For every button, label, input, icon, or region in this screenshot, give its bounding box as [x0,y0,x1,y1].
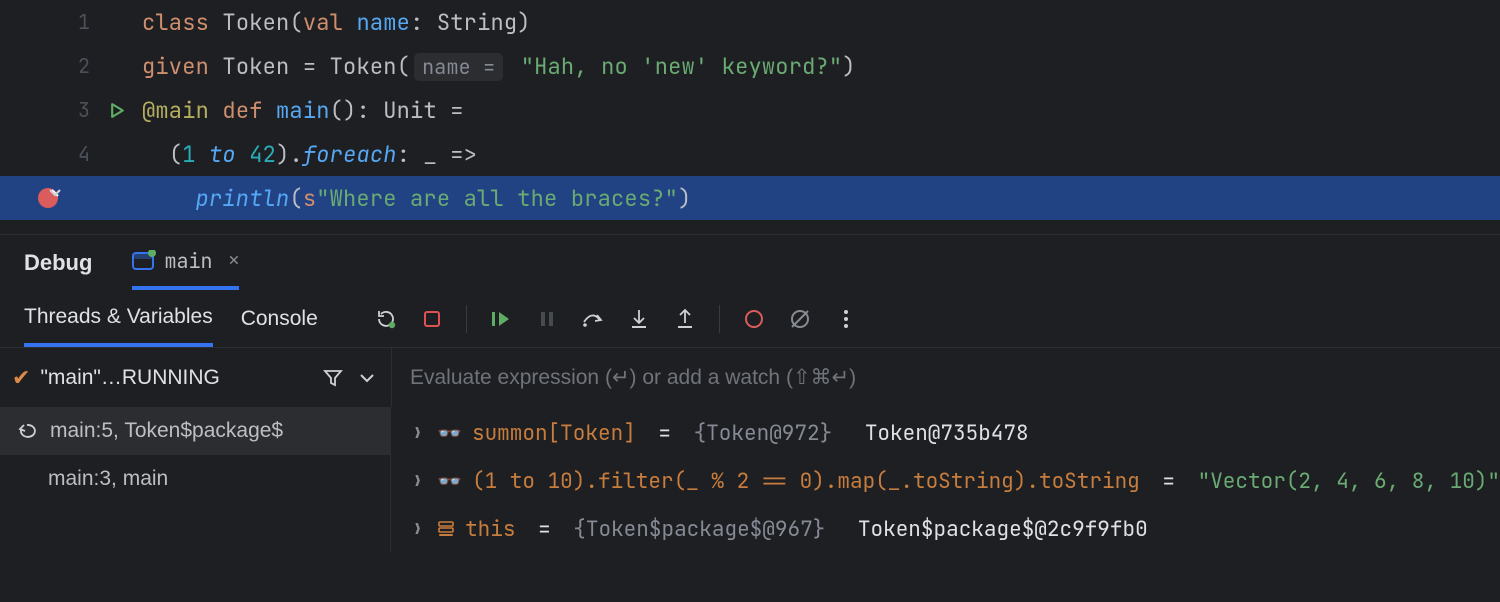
stack-frame[interactable]: main:3, main [0,455,390,503]
field-icon [437,520,455,538]
watch-icon: 👓 [437,420,462,446]
code-line[interactable]: 2 given Token = Token(name = "Hah, no 'n… [0,44,1500,88]
code-line-current[interactable]: println(s"Where are all the braces?") [0,176,1500,220]
debug-title: Debug [24,235,92,290]
gutter[interactable]: 3 [0,97,142,123]
code-line[interactable]: 4 (1 to 42).foreach: _ => [0,132,1500,176]
chevron-right-icon[interactable]: ❯ [413,519,427,539]
tab-threads-variables[interactable]: Threads & Variables [24,291,213,347]
stop-icon[interactable] [420,307,444,331]
gutter[interactable]: 2 [0,53,142,79]
code-line[interactable]: 3 @main def main(): Unit = [0,88,1500,132]
filter-icon[interactable] [321,366,345,390]
evaluate-expression-input[interactable]: Evaluate expression (↵) or add a watch (… [392,348,1500,407]
code-line[interactable]: 1 class Token(val name: String) [0,0,1500,44]
separator [466,305,467,333]
close-icon[interactable]: ✕ [228,249,239,272]
line-number: 2 [60,53,90,79]
var-name: this [465,516,515,543]
tab-console[interactable]: Console [241,291,318,347]
mute-breakpoints-icon[interactable] [788,307,812,331]
pause-icon[interactable] [535,307,559,331]
frame-label: main:5, Token$package$ [50,419,283,443]
run-config-tab[interactable]: main ✕ [132,235,239,290]
debug-toolbar [374,305,858,333]
resume-icon[interactable] [489,307,513,331]
gutter[interactable]: 4 [0,141,142,167]
variable-row[interactable]: ❯ this = {Token$package$@967} Token$pack… [391,505,1500,553]
code-content: class Token(val name: String) [142,8,531,37]
debug-panel: Debug main ✕ Threads & Variables Console [0,234,1500,553]
stack-frame[interactable]: main:5, Token$package$ [0,407,390,455]
stack-frames: main:5, Token$package$ main:3, main [0,407,391,553]
drop-frame-icon[interactable] [18,422,38,440]
variables-view: ❯ 👓 summon[Token] = {Token@972} Token@73… [391,407,1500,553]
application-icon [132,250,154,272]
breakpoint-icon[interactable] [36,186,62,210]
code-editor[interactable]: 1 class Token(val name: String) 2 given … [0,0,1500,220]
debug-sub-tabs: Threads & Variables Console [0,291,1500,347]
run-gutter-icon[interactable] [109,102,126,119]
watch-icon: 👓 [437,468,462,494]
step-into-icon[interactable] [627,307,651,331]
frame-label: main:3, main [48,467,168,491]
panel-tabs: Debug main ✕ [0,235,1500,291]
step-out-icon[interactable] [673,307,697,331]
run-config-name: main [164,248,212,274]
rerun-icon[interactable] [374,307,398,331]
parameter-hint: name = [414,53,503,81]
chevron-right-icon[interactable]: ❯ [413,471,427,491]
chevron-down-icon[interactable] [355,366,379,390]
line-number: 4 [60,141,90,167]
thread-name: "main"…RUNNING [40,366,219,390]
variable-row[interactable]: ❯ 👓 (1 to 10).filter(_ % 2 == 0).map(_.t… [391,457,1500,505]
line-number: 1 [60,9,90,35]
separator [719,305,720,333]
view-breakpoints-icon[interactable] [742,307,766,331]
var-name: (1 to 10).filter(_ % 2 == 0).map(_.toStr… [472,468,1140,495]
code-content: given Token = Token(name = "Hah, no 'new… [142,52,856,81]
step-over-icon[interactable] [581,307,605,331]
chevron-right-icon[interactable]: ❯ [413,423,427,443]
code-content: @main def main(): Unit = [142,96,464,125]
gutter[interactable]: 1 [0,9,142,35]
thread-selector[interactable]: ✔ "main"…RUNNING [0,348,392,407]
var-name: summon[Token] [472,420,636,447]
variable-row[interactable]: ❯ 👓 summon[Token] = {Token@972} Token@73… [391,409,1500,457]
more-icon[interactable] [834,307,858,331]
code-content: println(s"Where are all the braces?") [142,184,691,213]
line-number: 3 [60,97,90,123]
code-content: (1 to 42).foreach: _ => [142,140,477,169]
check-icon: ✔ [12,365,30,391]
